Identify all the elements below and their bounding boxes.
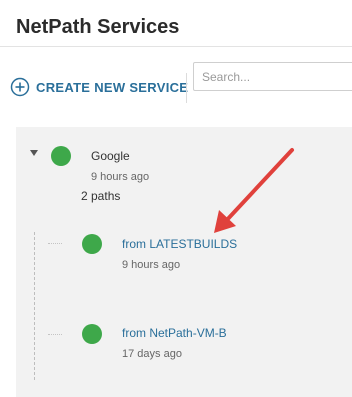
path-status-up-icon bbox=[82, 234, 102, 254]
path-link[interactable]: from NetPath-VM-B bbox=[122, 325, 227, 341]
path-link[interactable]: from LATESTBUILDS bbox=[122, 236, 237, 252]
tree-branch-line bbox=[48, 334, 62, 335]
create-new-service-button[interactable]: CREATE NEW SERVICE bbox=[10, 77, 188, 97]
create-new-service-label: CREATE NEW SERVICE bbox=[36, 79, 189, 95]
search-input[interactable] bbox=[193, 62, 352, 91]
service-name[interactable]: Google bbox=[91, 148, 130, 164]
tree-branch-line bbox=[48, 243, 62, 244]
header-divider bbox=[0, 46, 352, 47]
service-updated-time: 9 hours ago bbox=[91, 171, 150, 183]
path-updated-time: 17 days ago bbox=[122, 348, 182, 360]
path-status-up-icon bbox=[82, 324, 102, 344]
toolbar-divider bbox=[186, 73, 187, 103]
collapse-caret-icon[interactable] bbox=[30, 150, 38, 156]
page-title: NetPath Services bbox=[16, 16, 180, 38]
services-panel bbox=[16, 127, 352, 397]
plus-circle-icon bbox=[10, 77, 30, 97]
tree-connector-line bbox=[34, 232, 35, 380]
path-updated-time: 9 hours ago bbox=[122, 259, 181, 271]
service-paths-count: 2 paths bbox=[81, 189, 121, 203]
service-status-up-icon bbox=[51, 146, 71, 166]
